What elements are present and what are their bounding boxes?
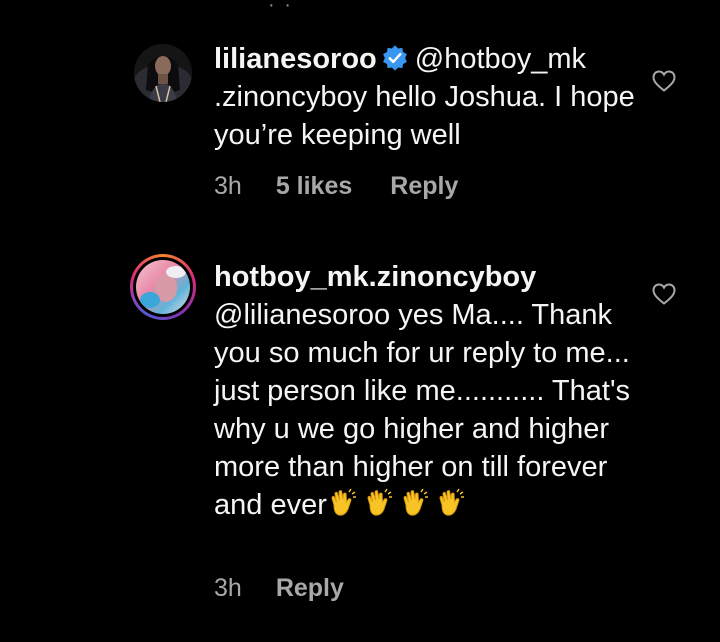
comment-username[interactable]: lilianesoroo (214, 43, 377, 75)
emoji-group (327, 488, 471, 521)
clapping-hands-icon (331, 488, 356, 516)
comment-username[interactable]: hotboy_mk.zinoncyboy (214, 261, 536, 293)
reply-button[interactable]: Reply (276, 574, 344, 602)
verified-badge-icon (382, 45, 407, 71)
comment-body: hotboy_mk.zinoncyboy @lilianesoroo yes Ma… (214, 258, 644, 524)
profile-photo (134, 44, 192, 102)
comment-time: 3h (214, 172, 242, 200)
avatar[interactable] (134, 44, 192, 102)
likes-count[interactable]: 5 likes (276, 172, 352, 200)
story-ring (133, 257, 193, 317)
comment-meta: 3h Reply (214, 574, 344, 603)
comment-mention[interactable]: @lilianesoroo (214, 299, 390, 331)
like-heart-icon[interactable] (652, 283, 676, 305)
comment-time: 3h (214, 574, 242, 602)
clapping-hands-icon (439, 488, 464, 516)
like-heart-icon[interactable] (652, 70, 676, 92)
comment-body: lilianesoroo @hotboy_mk .zinoncyboy hello… (214, 40, 644, 154)
more-indicator: · · (268, 0, 293, 16)
clapping-hands-icon (403, 488, 428, 516)
profile-photo (136, 260, 190, 314)
reply-button[interactable]: Reply (390, 172, 458, 200)
avatar[interactable] (130, 254, 196, 320)
comment-meta: 3h 5 likes Reply (214, 172, 458, 201)
clapping-hands-icon (367, 488, 392, 516)
